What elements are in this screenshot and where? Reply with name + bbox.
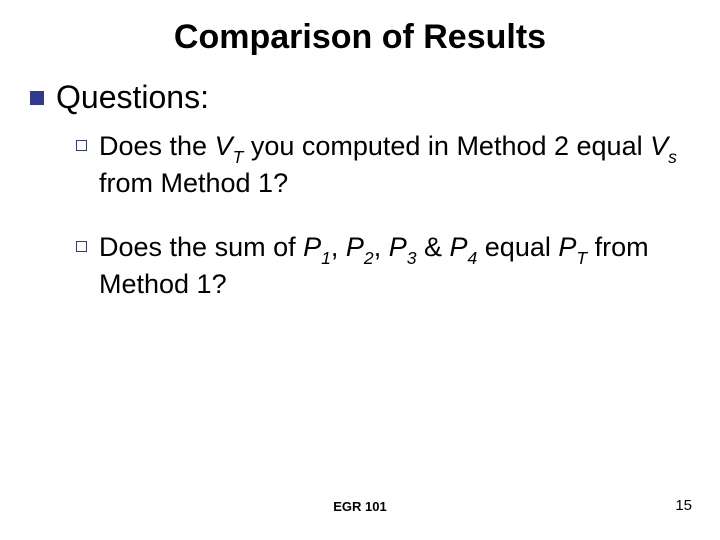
var-P3-sub: 3 xyxy=(407,248,417,268)
var-P1-sub: 1 xyxy=(321,248,331,268)
var-Vs-sub: s xyxy=(668,147,677,167)
square-bullet-icon xyxy=(30,91,44,105)
var-VT-sub: T xyxy=(233,147,244,167)
var-P3-v: P xyxy=(389,232,407,262)
var-Vs-v: V xyxy=(650,131,668,161)
question-2-text: Does the sum of P1, P2, P3 & P4 equal PT… xyxy=(99,231,680,302)
slide-title: Comparison of Results xyxy=(40,18,680,57)
var-P1-v: P xyxy=(303,232,321,262)
var-VT-v: V xyxy=(215,131,233,161)
slide: Comparison of Results Questions: Does th… xyxy=(0,0,720,540)
question-1-text: Does the VT you computed in Method 2 equ… xyxy=(99,130,680,201)
sub-bullet-list: Does the VT you computed in Method 2 equ… xyxy=(76,130,680,302)
var-PT-sub: T xyxy=(576,248,587,268)
questions-heading: Questions: xyxy=(30,79,680,116)
hollow-square-bullet-icon xyxy=(76,140,87,151)
questions-label: Questions: xyxy=(56,79,209,116)
var-P2-sub: 2 xyxy=(364,248,374,268)
question-1: Does the VT you computed in Method 2 equ… xyxy=(76,130,680,201)
var-PT-v: P xyxy=(558,232,576,262)
var-P2-v: P xyxy=(346,232,364,262)
var-P4-v: P xyxy=(450,232,468,262)
var-P4-sub: 4 xyxy=(468,248,478,268)
footer-course-code: EGR 101 xyxy=(0,499,720,514)
hollow-square-bullet-icon xyxy=(76,241,87,252)
slide-number: 15 xyxy=(675,497,692,514)
question-2: Does the sum of P1, P2, P3 & P4 equal PT… xyxy=(76,231,680,302)
